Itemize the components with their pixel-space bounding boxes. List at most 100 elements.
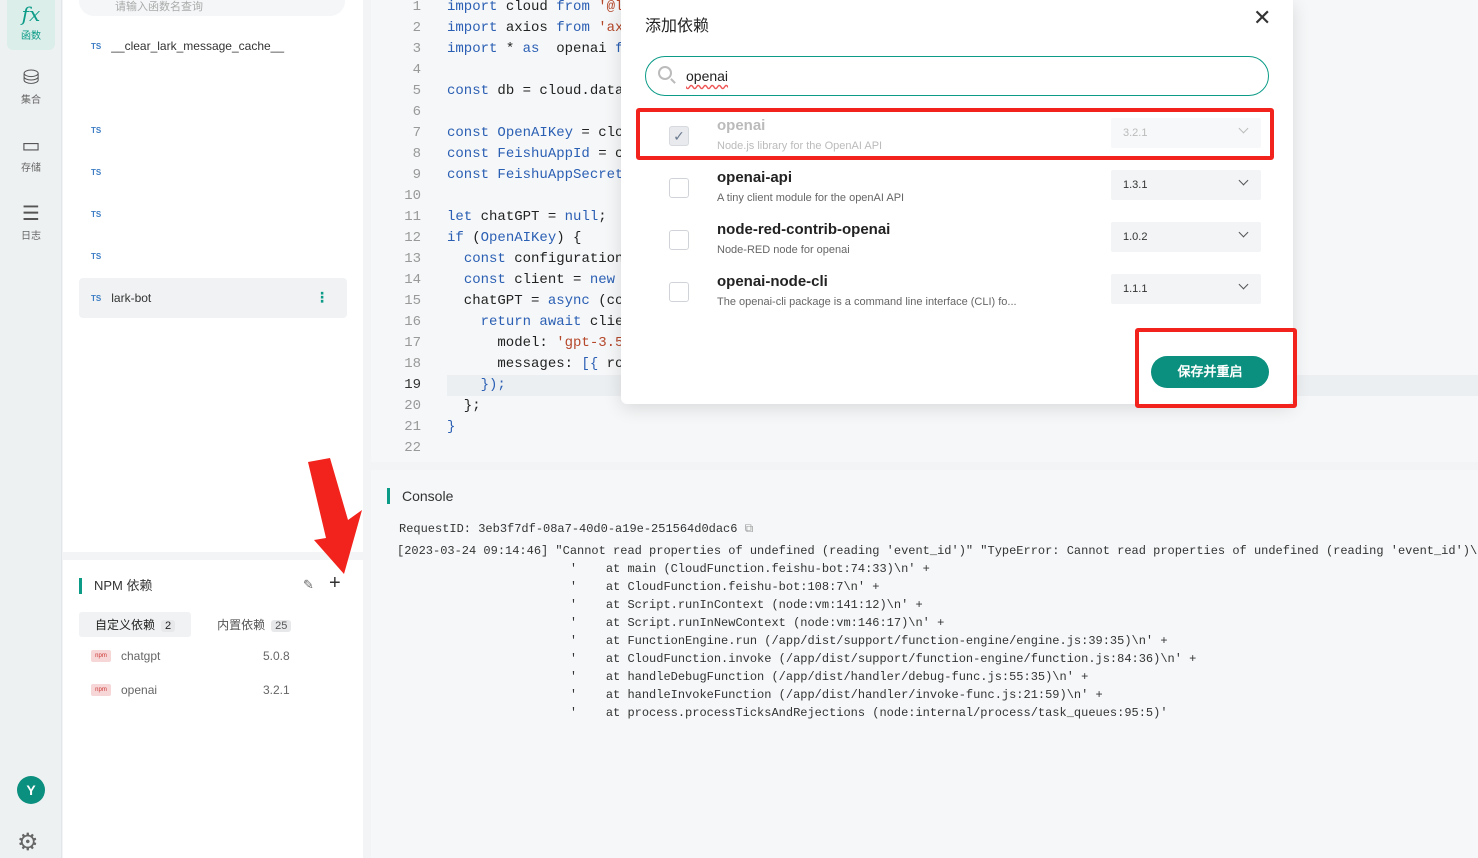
code-line: 14 const client = new xyxy=(371,270,615,291)
line-number: 10 xyxy=(404,188,421,204)
code-token: clie xyxy=(581,314,624,330)
avatar[interactable]: Y xyxy=(17,776,45,804)
package-row[interactable]: npm openai 3.2.1 xyxy=(91,680,331,700)
code-token: null xyxy=(564,209,599,225)
code-token: = clo xyxy=(573,125,624,141)
count-badge: 25 xyxy=(271,620,292,632)
line-number: 9 xyxy=(412,167,421,183)
code-token: OpenAIKey xyxy=(480,230,557,246)
dependency-desc: The openai-cli package is a command line… xyxy=(717,296,1017,308)
line-number: 6 xyxy=(412,104,421,120)
logs-icon: ☰ xyxy=(22,202,40,225)
line-number: 21 xyxy=(404,419,421,435)
code-token: const xyxy=(463,272,506,288)
copy-icon[interactable]: ⧉ xyxy=(745,522,754,536)
dependency-row-openai-node-cli[interactable]: openai-node-cli The openai-cli package i… xyxy=(645,273,1269,326)
rail-logs[interactable]: ☰ 日志 xyxy=(7,194,55,250)
code-token: ; xyxy=(598,209,607,225)
highlight-box-openai xyxy=(636,108,1274,160)
code-token: async xyxy=(547,293,590,309)
tab-builtin-deps[interactable]: 内置依赖 25 xyxy=(201,612,307,637)
log-line: ' at Script.runInNewContext (node:vm:146… xyxy=(397,616,945,630)
checkbox[interactable] xyxy=(669,178,689,198)
function-item[interactable]: TS xyxy=(79,236,347,276)
code-token: const xyxy=(447,125,490,141)
code-token: import xyxy=(447,20,498,36)
code-line: 22 xyxy=(371,438,447,459)
code-line: 15 chatGPT = async (co xyxy=(371,291,623,312)
rail-functions[interactable]: fx 函数 xyxy=(7,0,55,50)
ts-icon: TS xyxy=(91,41,102,51)
function-item[interactable]: TS xyxy=(79,110,347,150)
log-line: ' at process.processTicksAndRejections (… xyxy=(397,706,1168,720)
line-number: 8 xyxy=(412,146,421,162)
line-number: 2 xyxy=(412,20,421,36)
rail-label: 集合 xyxy=(21,94,41,106)
code-line: 16 return await clie xyxy=(371,312,623,333)
version-select[interactable]: 1.1.1 xyxy=(1111,274,1261,304)
npm-icon: npm xyxy=(91,684,111,696)
close-icon[interactable]: ✕ xyxy=(1253,5,1271,31)
code-line: 12 if (OpenAIKey) { xyxy=(371,228,581,249)
code-token: }; xyxy=(447,398,481,414)
function-item-lark-bot[interactable]: TS lark-bot ⋮ xyxy=(79,278,347,318)
log-line: ' at handleInvokeFunction (/app/dist/han… xyxy=(397,688,1103,702)
code-token: import xyxy=(447,0,498,15)
line-number: 16 xyxy=(404,314,421,330)
code-line: 2 import axios from 'ax xyxy=(371,18,624,39)
left-rail: fx 函数 ⛁ 集合 ▭ 存储 ☰ 日志 Y ⚙ xyxy=(0,0,62,858)
storage-icon: ▭ xyxy=(21,134,41,157)
line-number: 20 xyxy=(404,398,421,414)
version-select[interactable]: 1.3.1 xyxy=(1111,170,1261,200)
ts-icon: TS xyxy=(91,125,102,135)
more-icon[interactable]: ⋮ xyxy=(315,289,329,306)
code-line: 6 xyxy=(371,102,447,123)
console-panel: Console RequestID: 3eb3f7df-08a7-40d0-a1… xyxy=(371,470,1478,858)
ts-icon: TS xyxy=(91,209,102,219)
code-token: [{ xyxy=(581,356,599,372)
dependency-search-input[interactable]: openai xyxy=(645,56,1269,96)
log-line: ' at CloudFunction.feishu-bot:108:7\n' + xyxy=(397,580,880,594)
version-select[interactable]: 1.0.2 xyxy=(1111,222,1261,252)
code-line: 9 const FeishuAppSecret xyxy=(371,165,624,186)
code-token: let xyxy=(447,209,473,225)
request-id: RequestID: 3eb3f7df-08a7-40d0-a19e-25156… xyxy=(399,522,753,536)
code-token: OpenAIKey xyxy=(489,125,574,141)
function-item[interactable]: TS xyxy=(79,152,347,192)
version-value: 1.3.1 xyxy=(1123,179,1148,191)
checkbox[interactable] xyxy=(669,282,689,302)
log-line: ' at handleDebugFunction (/app/dist/hand… xyxy=(397,670,1089,684)
code-token: FeishuAppSecret xyxy=(489,167,624,183)
npm-panel: NPM 依赖 ✎ + 自定义依赖 2 内置依赖 25 npm chatgpt 5.0… xyxy=(63,560,363,858)
function-icon: fx xyxy=(21,1,41,26)
npm-icon: npm xyxy=(91,650,111,662)
line-number: 11 xyxy=(404,209,421,225)
code-line: 19 }); xyxy=(371,375,506,396)
code-token: 'gpt-3.5 xyxy=(556,335,624,351)
ts-icon: TS xyxy=(91,293,102,303)
function-search-input[interactable]: 请输入函数名查询 xyxy=(79,0,345,16)
gear-icon[interactable]: ⚙ xyxy=(17,828,39,857)
code-token: model: xyxy=(447,335,557,351)
dependency-row-openai-api[interactable]: openai-api A tiny client module for the … xyxy=(645,169,1269,222)
checkbox[interactable] xyxy=(669,230,689,250)
package-row[interactable]: npm chatgpt 5.0.8 xyxy=(91,646,331,666)
line-number: 17 xyxy=(404,335,421,351)
code-line: 10 xyxy=(371,186,447,207)
dependency-name: node-red-contrib-openai xyxy=(717,221,891,238)
edit-icon[interactable]: ✎ xyxy=(303,577,314,593)
dependency-desc: A tiny client module for the openAI API xyxy=(717,192,905,204)
function-item[interactable]: TS __clear_lark_message_cache__ xyxy=(79,26,347,66)
function-item[interactable]: TS xyxy=(79,194,347,234)
code-token: axios xyxy=(497,20,557,36)
rail-collections[interactable]: ⛁ 集合 xyxy=(7,58,55,114)
line-number: 18 xyxy=(404,356,421,372)
code-token: if xyxy=(447,230,464,246)
tab-custom-deps[interactable]: 自定义依赖 2 xyxy=(79,612,192,637)
code-token: as xyxy=(522,41,540,57)
dependency-row-node-red-contrib-openai[interactable]: node-red-contrib-openai Node-RED node fo… xyxy=(645,221,1269,274)
code-line: 13 const configuration xyxy=(371,249,623,270)
rail-storage[interactable]: ▭ 存储 xyxy=(7,126,55,182)
code-line: 21} xyxy=(371,417,455,438)
line-number: 7 xyxy=(412,125,421,141)
